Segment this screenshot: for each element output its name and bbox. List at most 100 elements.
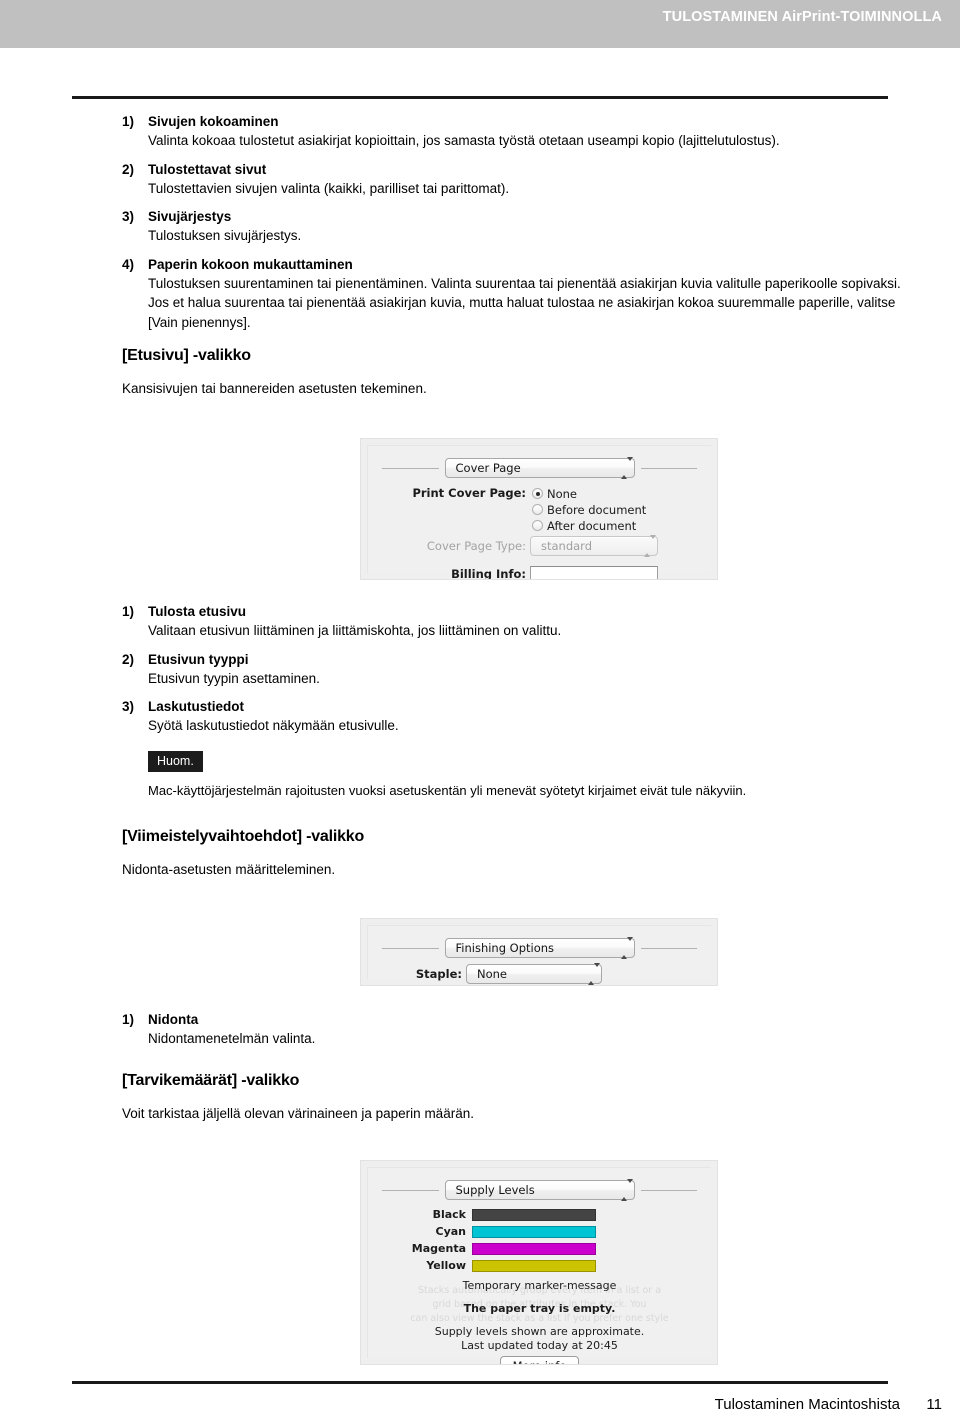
list-item-description: Tulostettavien sivujen valinta (kaikki, … — [148, 180, 510, 196]
dialog-pane-selector-row: Finishing Options — [382, 937, 697, 959]
list-item-marker: 2) — [122, 161, 135, 177]
finishing-options-dialog-screenshot: Finishing Options Staple: None — [360, 918, 718, 986]
supply-name: Magenta — [411, 1242, 466, 1255]
finishing-section-subtext: Nidonta-asetusten määritteleminen. — [122, 862, 336, 877]
list-item-description: Tulostuksen sivujärjestys. — [148, 228, 302, 243]
print-cover-page-label: Print Cover Page: — [412, 486, 526, 500]
header-divider-rule — [72, 96, 888, 99]
staple-value: None — [477, 967, 508, 981]
dialog-pane-selector-row: Supply Levels — [382, 1179, 697, 1201]
list-item-marker: 3) — [122, 699, 135, 714]
supply-name: Black — [432, 1208, 466, 1221]
dialog-rule-left — [382, 467, 439, 469]
supply-section-subtext: Voit tarkistaa jäljellä olevan värinaine… — [122, 1106, 474, 1121]
dialog-inner-panel: Stacks automatically group every item in… — [367, 1167, 711, 1364]
list-item-title: Etusivun tyyppi — [148, 651, 249, 667]
top-numbered-list: 1) Sivujen kokoaminen Valinta kokoaa tul… — [122, 112, 912, 341]
cover-page-type-row: Cover Page Type: standard — [408, 535, 664, 557]
cover-page-section-heading: [Etusivu] -valikko — [122, 347, 251, 364]
supply-levels-list: Black Cyan Magenta Yellow — [388, 1208, 596, 1276]
dialog-inner-panel: Finishing Options Staple: None — [367, 925, 711, 985]
dialog-pane-selector-row: Cover Page — [382, 457, 697, 479]
marker-message: Temporary marker-message — [462, 1279, 617, 1292]
page-header-title: TULOSTAMINEN AirPrint-TOIMINNOLLA — [662, 9, 942, 25]
billing-info-label: Billing Info: — [451, 567, 526, 580]
list-item-marker: 4) — [122, 256, 135, 272]
cover-page-section-subtext: Kansisivujen tai bannereiden asetusten t… — [122, 381, 427, 396]
list-item-description: Nidontamenetelmän valinta. — [148, 1031, 316, 1046]
dialog-inner-panel: Cover Page Print Cover Page: None Before… — [367, 445, 711, 579]
list-item-marker: 3) — [122, 209, 135, 224]
finishing-numbered-list: 1) Nidonta Nidontamenetelmän valinta. — [122, 1010, 912, 1058]
list-item-description: Etusivun tyypin asettaminen. — [148, 670, 320, 686]
supply-name: Yellow — [426, 1259, 466, 1272]
more-info-button[interactable]: More info — [499, 1356, 580, 1364]
list-item-title: Laskutustiedot — [148, 699, 245, 714]
more-info-button-wrap: More info — [368, 1356, 711, 1364]
cover-page-type-label: Cover Page Type: — [426, 539, 526, 553]
billing-info-input[interactable] — [530, 566, 658, 579]
note-badge: Huom. — [148, 751, 203, 772]
print-cover-page-row: Print Cover Page: None Before document A… — [408, 486, 646, 534]
footer-divider-rule — [72, 1381, 888, 1384]
list-item-description: Valinta kokoaa tulostetut asiakirjat kop… — [148, 133, 780, 148]
supply-levels-dialog-screenshot: Stacks automatically group every item in… — [360, 1160, 718, 1365]
footer-title: Tulostaminen Macintoshista — [714, 1396, 900, 1413]
finishing-section-heading: [Viimeistelyvaihtoehdot] -valikko — [122, 828, 365, 845]
print-cover-page-radio-group: None Before document After document — [532, 486, 646, 534]
dialog-rule-right — [640, 467, 697, 469]
supply-row-black: Black — [388, 1208, 596, 1221]
list-item: 3) Laskutustiedot Syötä laskutustiedot n… — [122, 697, 912, 736]
supply-bar — [472, 1208, 596, 1221]
billing-info-row: Billing Info: — [408, 566, 658, 580]
list-item-title: Nidonta — [148, 1012, 199, 1027]
dialog-rule-left — [382, 1189, 439, 1191]
paper-tray-message: The paper tray is empty. — [463, 1302, 616, 1315]
approximate-message: Supply levels shown are approximate. — [434, 1325, 645, 1338]
footer-page-number: 11 — [926, 1396, 942, 1413]
supply-name: Cyan — [435, 1225, 467, 1238]
radio-option-after-document[interactable]: After document — [532, 518, 646, 533]
radio-icon — [532, 488, 543, 499]
radio-option-none[interactable]: None — [532, 486, 646, 501]
list-item-title: Paperin kokoon mukauttaminen — [148, 256, 353, 272]
list-item: 4) Paperin kokoon mukauttaminen Tulostuk… — [122, 255, 912, 333]
list-item-description: Valitaan etusivun liittäminen ja liittäm… — [148, 623, 562, 638]
cover-page-numbered-list: 1) Tulosta etusivu Valitaan etusivun lii… — [122, 602, 912, 745]
list-item-description: Tulostuksen suurentaminen tai pienentämi… — [148, 275, 901, 330]
list-item-title: Sivujärjestys — [148, 209, 232, 224]
pane-popup-label: Cover Page — [455, 461, 521, 475]
staple-select[interactable]: None — [466, 963, 602, 985]
supply-bar — [472, 1242, 596, 1255]
list-item-marker: 1) — [122, 114, 135, 129]
list-item: 2) Etusivun tyyppi Etusivun tyypin asett… — [122, 650, 912, 689]
supply-row-yellow: Yellow — [388, 1259, 596, 1272]
staple-label: Staple: — [415, 967, 462, 981]
list-item-description: Syötä laskutustiedot näkymään etusivulle… — [148, 718, 399, 733]
radio-option-label: None — [547, 486, 578, 501]
cover-page-type-select[interactable]: standard — [530, 535, 658, 557]
list-item: 2) Tulostettavat sivut Tulostettavien si… — [122, 160, 912, 199]
dialog-rule-right — [640, 947, 697, 949]
note-text: Mac-käyttöjärjestelmän rajoitusten vuoks… — [148, 783, 747, 798]
list-item-marker: 2) — [122, 651, 135, 667]
radio-option-before-document[interactable]: Before document — [532, 502, 646, 517]
pane-popup-finishing-options[interactable]: Finishing Options — [444, 937, 635, 959]
list-item-title: Sivujen kokoaminen — [148, 114, 279, 129]
radio-icon — [532, 504, 543, 515]
list-item: 1) Tulosta etusivu Valitaan etusivun lii… — [122, 602, 912, 641]
supply-row-magenta: Magenta — [388, 1242, 596, 1255]
radio-option-label: Before document — [547, 502, 647, 517]
radio-option-label: After document — [547, 518, 637, 533]
pane-popup-cover-page[interactable]: Cover Page — [444, 457, 635, 479]
staple-row: Staple: None — [390, 963, 608, 985]
supply-row-cyan: Cyan — [388, 1225, 596, 1238]
list-item: 1) Sivujen kokoaminen Valinta kokoaa tul… — [122, 112, 912, 151]
supply-bar — [472, 1225, 596, 1238]
cover-page-type-value: standard — [541, 539, 593, 553]
list-item-marker: 1) — [122, 604, 135, 619]
last-updated-message: Last updated today at 20:45 — [461, 1339, 618, 1352]
list-item-title: Tulosta etusivu — [148, 604, 247, 619]
pane-popup-supply-levels[interactable]: Supply Levels — [444, 1179, 635, 1201]
pane-popup-label: Finishing Options — [455, 941, 555, 955]
